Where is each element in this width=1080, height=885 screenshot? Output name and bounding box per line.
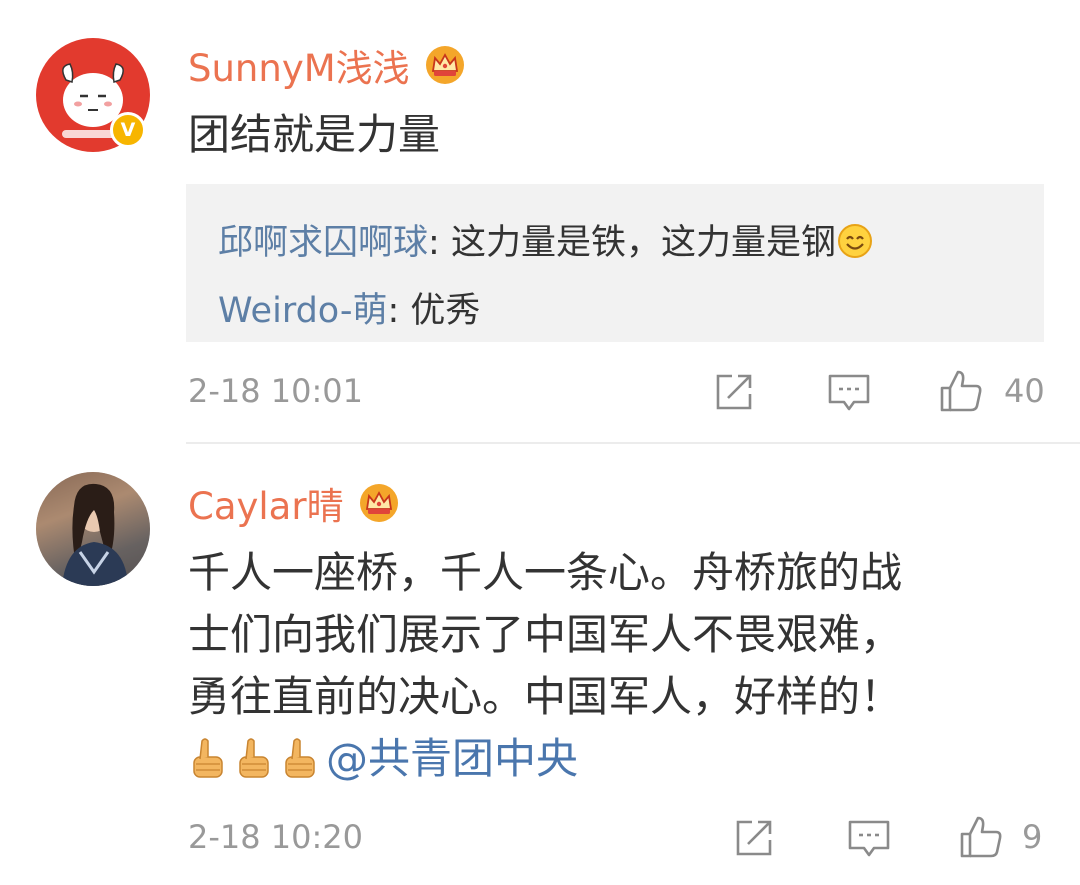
crown-icon [425, 46, 464, 84]
mention-line: @共青团中央 [188, 728, 1018, 790]
reply-text: 这力量是铁，这力量是钢 [450, 223, 836, 263]
username-text[interactable]: Caylar晴 [188, 476, 344, 530]
reply-text: 优秀 [410, 291, 481, 331]
comment-footer: 2-18 10:20 9 [186, 814, 1044, 864]
like-icon[interactable] [958, 814, 1004, 860]
like-icon[interactable] [938, 368, 984, 414]
comment-item: V SunnyM浅浅 团结就是力量 邱啊求囚啊球: 这力量是铁，这力量是钢 We… [0, 0, 1080, 442]
username[interactable]: SunnyM浅浅 [188, 38, 466, 92]
username-text[interactable]: SunnyM浅浅 [188, 38, 410, 92]
comment-icon[interactable] [846, 814, 892, 860]
reply-separator: : [428, 223, 451, 263]
thumbs-up-emoji-icon [285, 738, 315, 778]
comment-text: 千人一座桥，千人一条心。舟桥旅的战 士们向我们展示了中国军人不畏艰难， 勇往直前… [188, 542, 1018, 790]
verified-badge-icon: V [110, 112, 146, 148]
mention-link[interactable]: @共青团中央 [326, 734, 578, 783]
share-icon[interactable] [732, 814, 778, 860]
reply-box[interactable]: 邱啊求囚啊球: 这力量是铁，这力量是钢 Weirdo-萌: 优秀 [186, 184, 1044, 342]
avatar[interactable] [36, 472, 150, 586]
username[interactable]: Caylar晴 [188, 476, 400, 530]
like-count: 40 [1004, 372, 1045, 410]
reply-item[interactable]: Weirdo-萌: 优秀 [218, 282, 480, 333]
reply-item[interactable]: 邱啊求囚啊球: 这力量是铁，这力量是钢 [218, 214, 874, 265]
reply-username[interactable]: 邱啊求囚啊球 [218, 223, 428, 263]
smile-emoji-icon [837, 224, 872, 258]
timestamp: 2-18 10:01 [188, 372, 364, 410]
comment-text: 团结就是力量 [188, 110, 441, 159]
reply-separator: : [387, 291, 411, 331]
thumbs-up-emoji-icon [239, 738, 269, 778]
crown-icon [359, 484, 398, 522]
comment-footer: 2-18 10:01 40 [186, 368, 1045, 418]
comment-icon[interactable] [826, 368, 872, 414]
thumbs-up-emoji-icon [193, 738, 223, 778]
comment-item: Caylar晴 千人一座桥，千人一条心。舟桥旅的战 士们向我们展示了中国军人不畏… [0, 444, 1080, 885]
reply-username[interactable]: Weirdo-萌 [218, 291, 388, 331]
like-count: 9 [1022, 818, 1043, 856]
share-icon[interactable] [712, 368, 758, 414]
timestamp: 2-18 10:20 [188, 818, 364, 856]
